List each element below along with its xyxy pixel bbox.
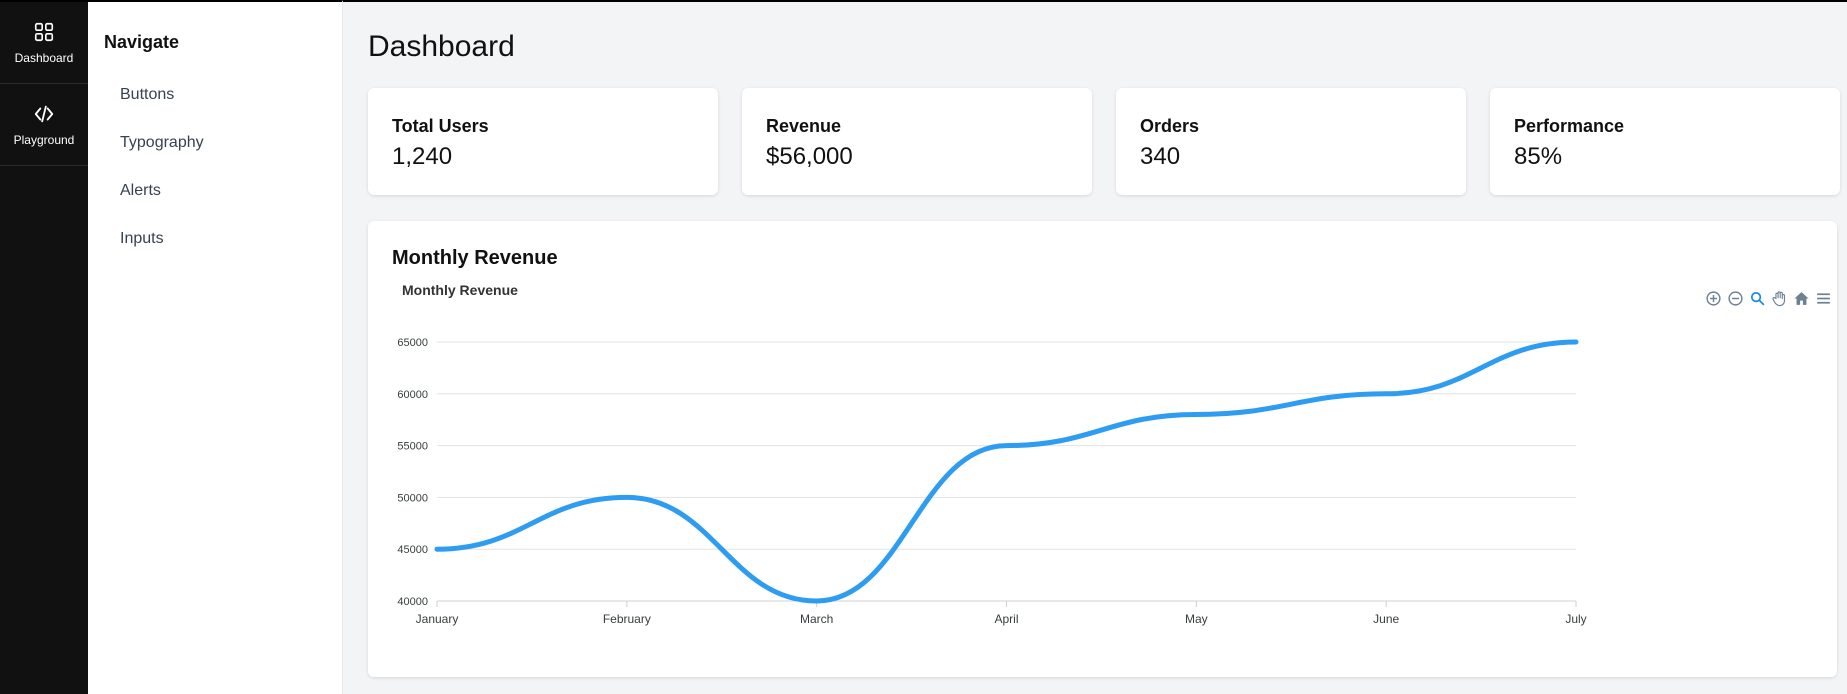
reset-zoom-button[interactable] [1792, 289, 1811, 308]
stat-card-value: 85% [1514, 143, 1563, 170]
code-icon [34, 105, 54, 122]
stat-card-label: Revenue [766, 116, 842, 136]
revenue-line-chart: Monthly Revenue 40000 45000 50000 55000 6000… [397, 282, 1586, 626]
stat-card-total-users: Total Users 1,240 [368, 88, 718, 195]
selection-zoom-icon [1750, 291, 1765, 306]
icon-rail: Dashboard Playground [0, 0, 88, 694]
x-tick-label: July [1565, 612, 1586, 626]
page-title: Dashboard [368, 30, 515, 63]
stat-card-label: Orders [1140, 116, 1200, 136]
chart-title: Monthly Revenue [402, 282, 518, 298]
zoom-in-icon [1706, 291, 1721, 306]
zoom-out-button[interactable] [1726, 289, 1745, 308]
sidebar-list: Buttons Typography Alerts Inputs [88, 71, 342, 263]
pan-button[interactable] [1770, 289, 1789, 308]
sidebar-item-alerts[interactable]: Alerts [88, 167, 342, 215]
chart-menu-button[interactable] [1814, 289, 1833, 308]
main-content: Dashboard Total Users 1,240 Revenue $56,… [343, 0, 1847, 694]
rail-item-playground[interactable]: Playground [0, 84, 88, 166]
pan-icon [1772, 291, 1786, 307]
chart-series-line [434, 339, 1579, 604]
stat-card-value: 1,240 [392, 143, 453, 170]
zoom-out-icon [1728, 291, 1743, 306]
x-tick-label: January [416, 612, 459, 626]
chart-grid [436, 341, 1577, 607]
zoom-in-button[interactable] [1704, 289, 1723, 308]
sidebar-item-typography[interactable]: Typography [88, 119, 342, 167]
y-tick-label: 45000 [397, 544, 428, 556]
stat-card-revenue: Revenue $56,000 [742, 88, 1092, 195]
stat-card-label: Performance [1514, 116, 1625, 136]
stat-card-performance: Performance 85% [1490, 88, 1840, 195]
y-tick-label: 50000 [397, 492, 428, 504]
y-tick-label: 40000 [397, 596, 428, 608]
selection-zoom-button[interactable] [1748, 289, 1767, 308]
stat-card-label: Total Users [392, 116, 489, 136]
stat-card-orders: Orders 340 [1116, 88, 1466, 195]
x-tick-label: May [1185, 612, 1208, 626]
x-tick-label: February [603, 612, 651, 626]
x-tick-label: June [1373, 612, 1399, 626]
y-tick-label: 60000 [397, 389, 428, 401]
sidebar-item-buttons[interactable]: Buttons [88, 71, 342, 119]
chart-axis-labels: 40000 45000 50000 55000 60000 65000 January Feb… [397, 337, 1586, 626]
y-tick-label: 65000 [397, 337, 428, 349]
chart-toolbar [1704, 289, 1833, 308]
sidebar-title: Navigate [104, 32, 180, 52]
rail-item-dashboard[interactable]: Dashboard [0, 2, 88, 84]
grid-icon [34, 22, 54, 41]
menu-icon [1817, 293, 1830, 304]
stat-card-value: $56,000 [766, 143, 853, 170]
sidebar: Navigate Buttons Typography Alerts Input… [88, 0, 343, 694]
x-tick-label: April [994, 612, 1018, 626]
rail-item-label: Dashboard [14, 50, 74, 65]
home-icon [1794, 292, 1809, 305]
chart-card: Monthly Revenue Monthly Revenue 40000 450… [368, 221, 1837, 677]
y-tick-label: 55000 [397, 441, 428, 453]
stat-card-value: 340 [1140, 143, 1181, 170]
rail-item-label: Playground [13, 132, 75, 147]
sidebar-item-inputs[interactable]: Inputs [88, 215, 342, 263]
x-tick-label: March [800, 612, 833, 626]
